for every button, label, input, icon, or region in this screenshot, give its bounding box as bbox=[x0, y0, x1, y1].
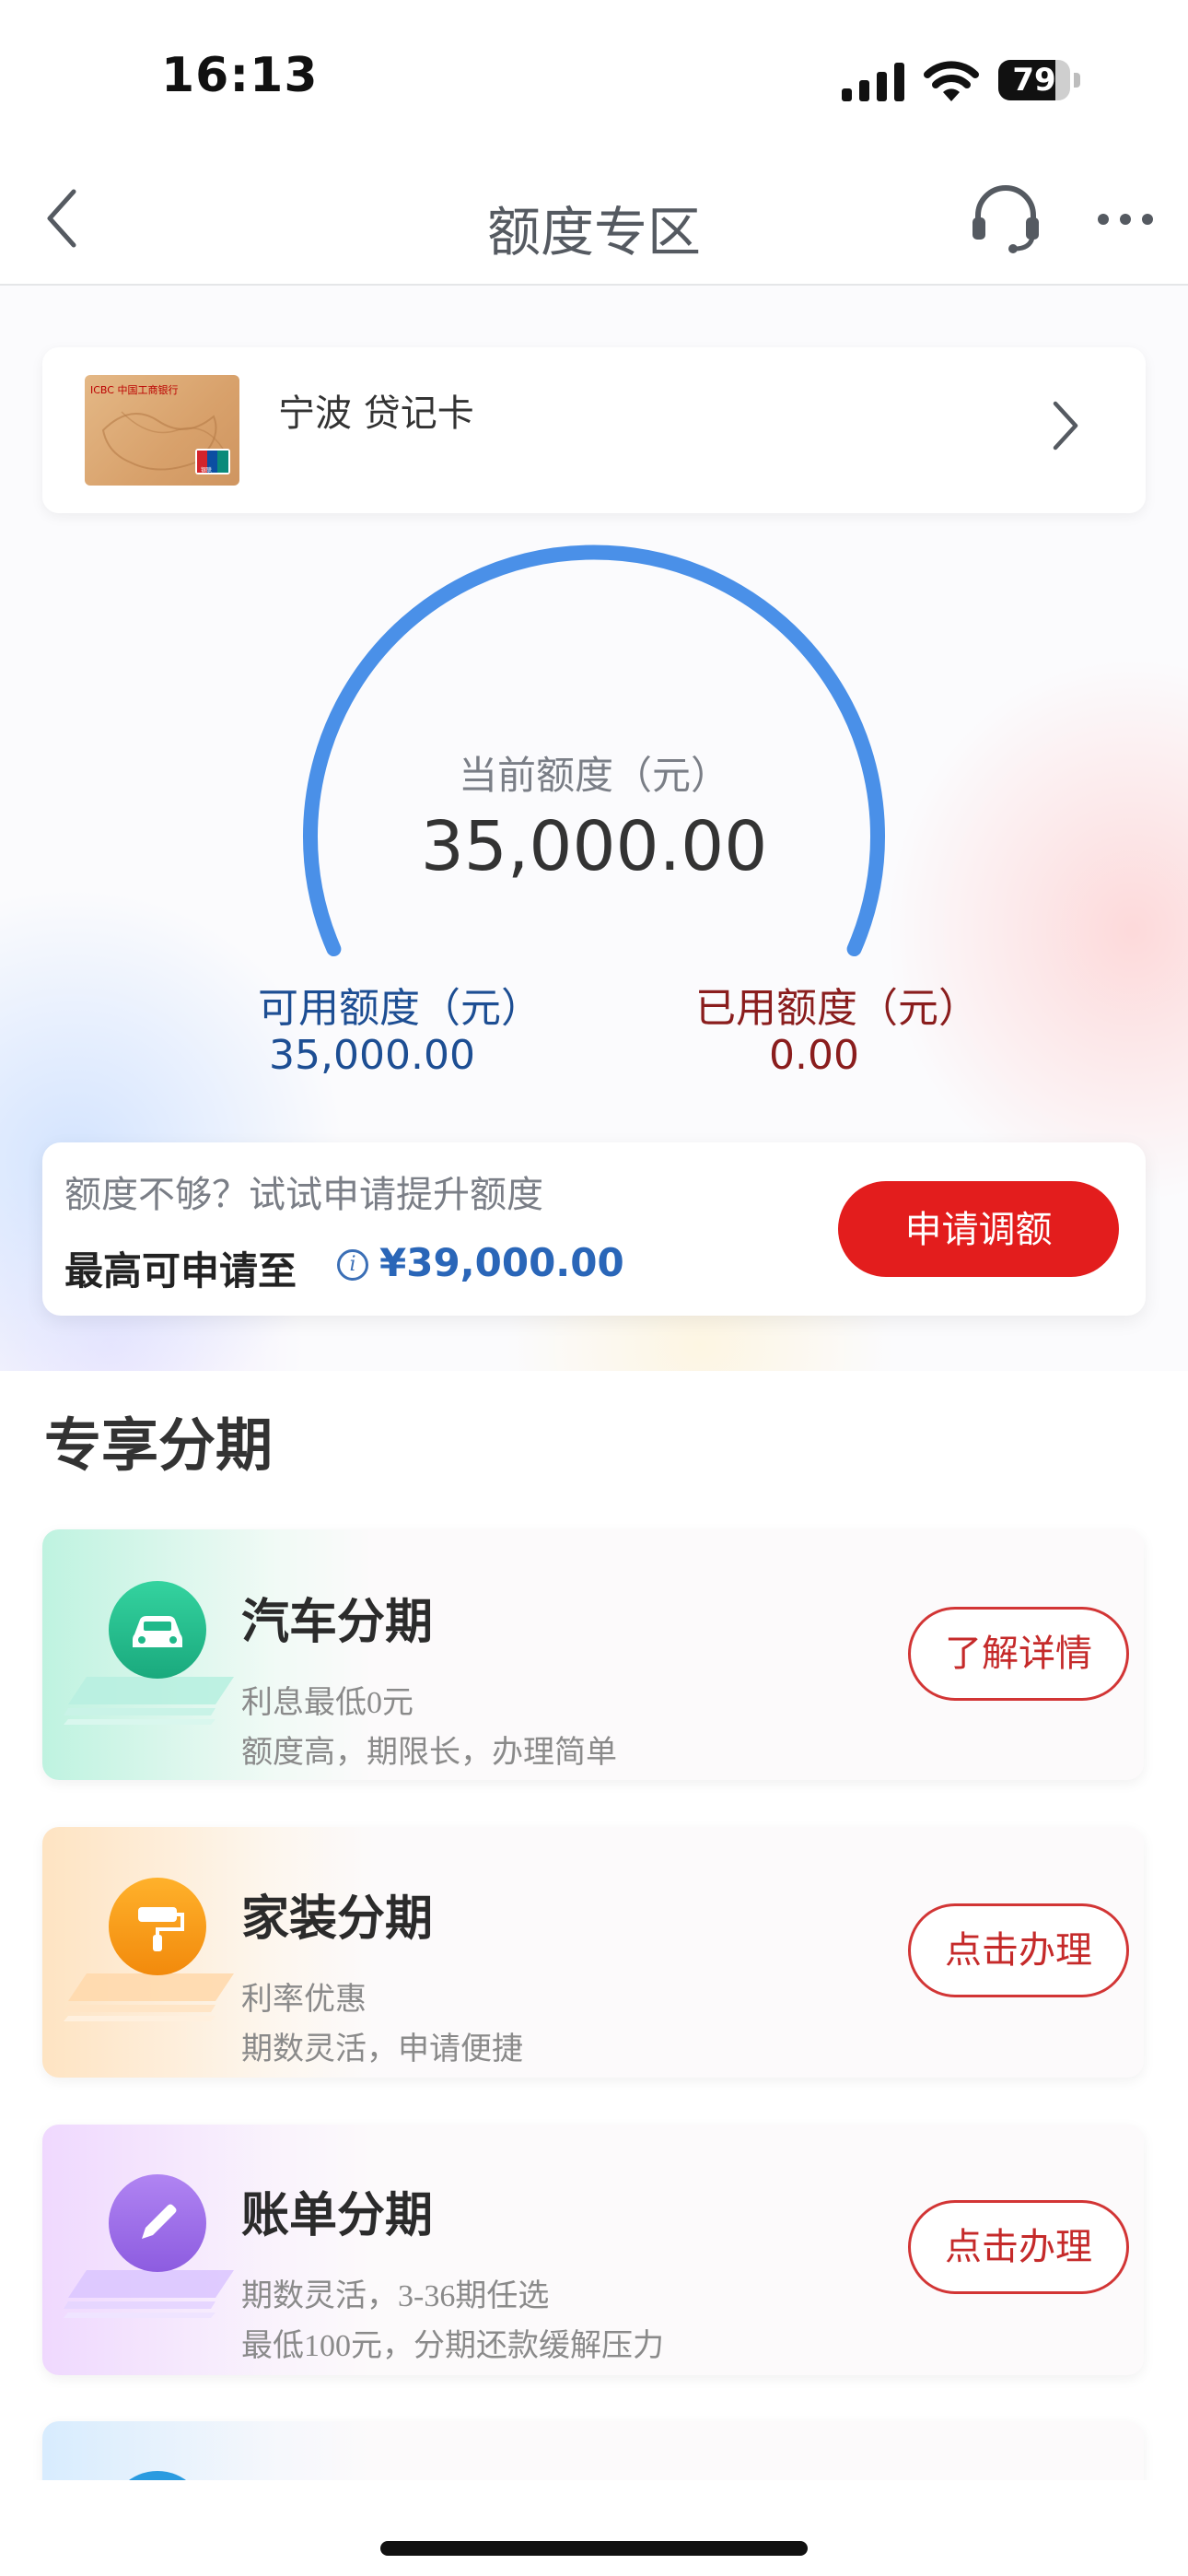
available-quota-label: 可用额度（元） bbox=[258, 985, 542, 1032]
product-desc-line2: 期数灵活，申请便捷 bbox=[241, 2032, 523, 2067]
apply-now-button[interactable]: 点击办理 bbox=[908, 2200, 1129, 2294]
product-title: 汽车分期 bbox=[241, 1595, 434, 1650]
product-desc-line2: 额度高，期限长，办理简单 bbox=[241, 1736, 617, 1770]
increase-hint-text: 额度不够？试试申请提升额度 bbox=[64, 1174, 543, 1216]
info-icon[interactable]: i bbox=[337, 1249, 368, 1281]
section-title: 专享分期 bbox=[44, 1411, 274, 1479]
product-desc-line1: 利息最低0元 bbox=[241, 1686, 413, 1720]
page: 16:13 79 额度专区 ICBC 中国工商银行 银联 宁波 贷记卡 当前额度… bbox=[0, 0, 1188, 2576]
apply-adjust-quota-button[interactable]: 申请调额 bbox=[838, 1181, 1119, 1277]
home-indicator-area bbox=[0, 2480, 1188, 2576]
available-quota-value: 35,000.00 bbox=[269, 1032, 475, 1079]
product-desc-line1: 利率优惠 bbox=[241, 1983, 367, 2017]
apply-now-button[interactable]: 点击办理 bbox=[908, 1903, 1129, 1997]
used-quota-label: 已用额度（元） bbox=[695, 985, 979, 1032]
pencil-icon bbox=[109, 2174, 206, 2272]
product-desc-line1: 期数灵活，3-36期任选 bbox=[241, 2279, 550, 2313]
current-quota-label: 当前额度（元） bbox=[458, 753, 729, 798]
product-desc-line2: 最低100元，分期还款缓解压力 bbox=[241, 2329, 664, 2363]
home-indicator bbox=[380, 2541, 808, 2556]
product-title: 家装分期 bbox=[241, 1891, 434, 1947]
product-title: 账单分期 bbox=[241, 2188, 434, 2243]
used-quota-value: 0.00 bbox=[769, 1032, 859, 1079]
current-quota-value: 35,000.00 bbox=[420, 807, 768, 886]
paint-roller-icon bbox=[109, 1878, 206, 1975]
max-apply-value: ¥39,000.00 bbox=[379, 1240, 624, 1285]
car-icon bbox=[109, 1581, 206, 1679]
learn-more-button[interactable]: 了解详情 bbox=[908, 1607, 1129, 1701]
max-apply-label: 最高可申请至 bbox=[64, 1248, 297, 1294]
